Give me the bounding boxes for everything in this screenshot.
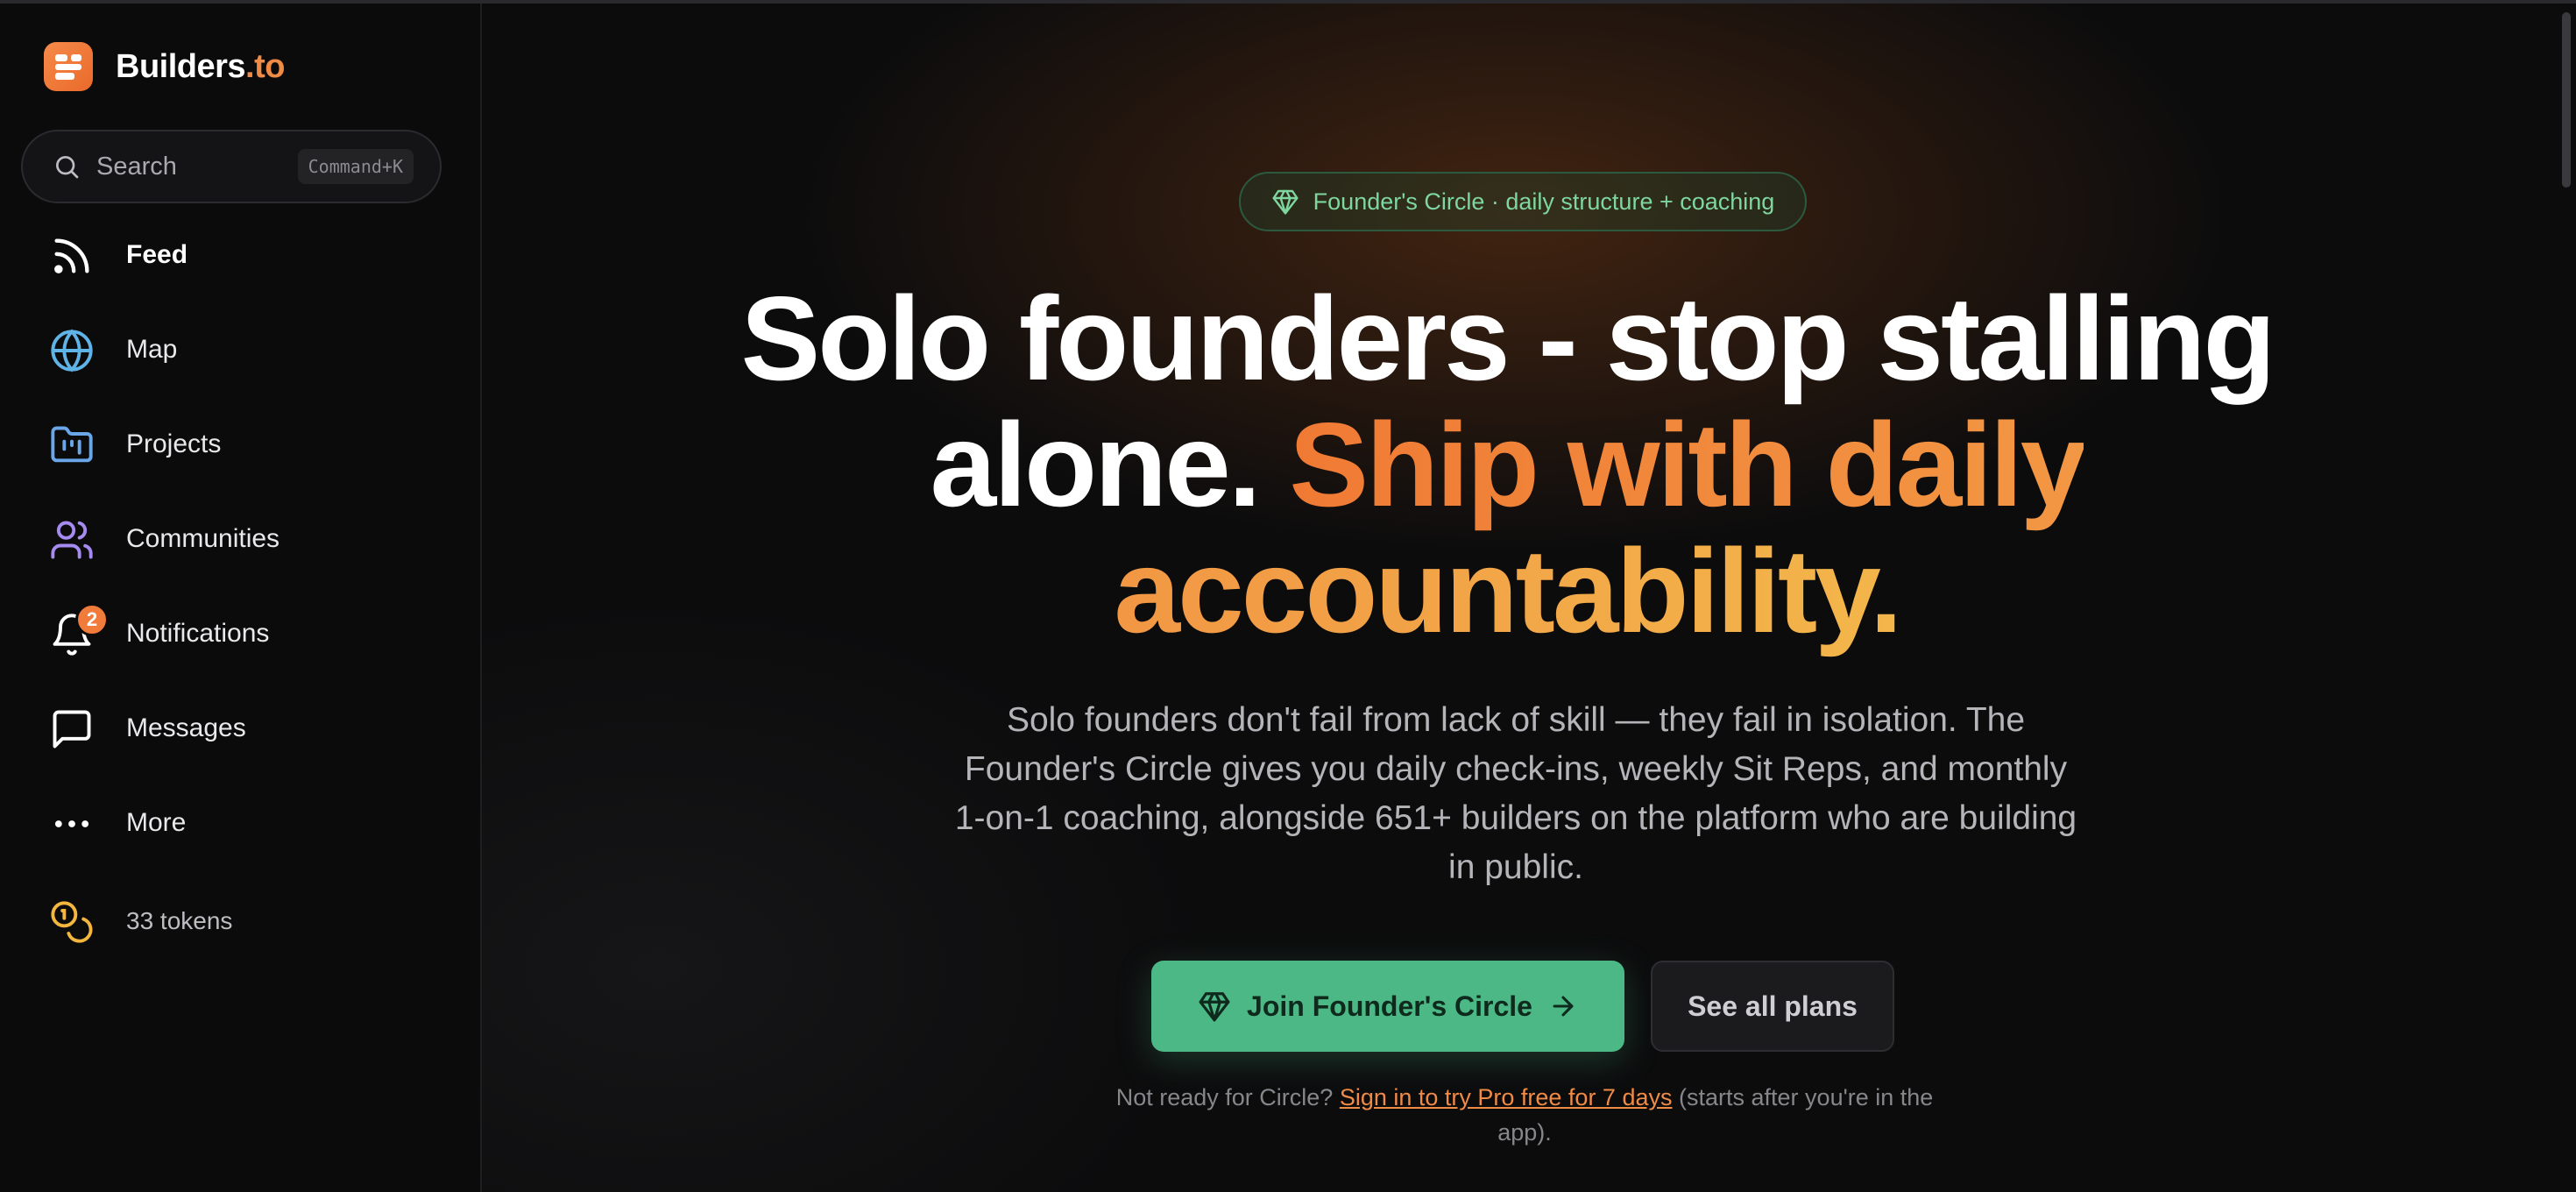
founders-circle-pill: Founder's Circle · daily structure + coa…: [1239, 172, 1807, 231]
see-plans-label: See all plans: [1688, 990, 1858, 1022]
sidebar-item-projects[interactable]: Projects: [0, 405, 480, 484]
brand-logo[interactable]: Builders.to: [44, 42, 285, 91]
sidebar-item-label: Notifications: [126, 619, 270, 648]
sidebar-item-label: More: [126, 808, 187, 837]
search-input[interactable]: Search Command+K: [21, 130, 442, 203]
hero-headline: Solo founders - stop stalling alone. Shi…: [605, 275, 2410, 654]
sidebar-item-label: Communities: [126, 524, 280, 553]
sidebar-item-tokens[interactable]: 33 tokens: [0, 882, 480, 961]
hero-description: Solo founders don't fail from lack of sk…: [954, 701, 2077, 886]
rss-icon: [54, 238, 89, 273]
footnote-prefix: Not ready for Circle?: [1115, 1084, 1334, 1110]
sidebar-item-messages[interactable]: Messages: [0, 689, 480, 768]
headline-orange: Ship with daily accountability.: [1114, 398, 2086, 657]
sidebar-item-map[interactable]: Map: [0, 310, 480, 389]
gem-icon: [1199, 992, 1230, 1022]
signin-footnote: Not ready for Circle? Sign in to try Pro…: [1086, 1080, 1963, 1150]
globe-icon: [51, 329, 93, 372]
tokens-balance: 33 tokens: [126, 907, 233, 934]
sidebar-item-notifications[interactable]: 2 Notifications: [0, 594, 480, 673]
see-all-plans-button[interactable]: See all plans: [1651, 961, 1894, 1052]
sidebar-item-more[interactable]: More: [0, 784, 480, 862]
sidebar-item-communities[interactable]: Communities: [0, 500, 480, 578]
gem-icon: [1272, 189, 1299, 215]
join-founders-circle-button[interactable]: Join Founder's Circle: [1151, 961, 1624, 1052]
sidebar: Builders.to Search Command+K Feed Map Pr…: [0, 4, 482, 1192]
sidebar-item-feed[interactable]: Feed: [0, 216, 480, 294]
try-pro-link[interactable]: Sign in to try Pro free for 7 days: [1340, 1084, 1673, 1110]
logo-icon: [44, 42, 93, 91]
search-placeholder: Search: [96, 152, 177, 181]
notification-count-badge: 2: [75, 603, 109, 636]
coins-icon: [51, 901, 93, 943]
sidebar-item-label: Feed: [126, 240, 188, 269]
join-button-label: Join Founder's Circle: [1247, 990, 1532, 1022]
scrollbar[interactable]: [2562, 12, 2571, 188]
main-content: Founder's Circle · daily structure + coa…: [482, 4, 2576, 1192]
folder-kanban-icon: [51, 426, 93, 463]
search-shortcut-hint: Command+K: [297, 149, 414, 184]
brand-name: Builders.to: [116, 47, 285, 85]
pill-text: Founder's Circle · daily structure + coa…: [1313, 188, 1775, 215]
ellipsis-icon: [54, 820, 89, 827]
arrow-right-icon: [1553, 996, 1574, 1017]
search-icon: [56, 156, 79, 179]
sidebar-item-label: Map: [126, 335, 178, 364]
message-square-icon: [53, 710, 91, 749]
users-icon: [51, 521, 93, 559]
sidebar-item-label: Projects: [126, 429, 222, 458]
sidebar-item-label: Messages: [126, 713, 246, 742]
